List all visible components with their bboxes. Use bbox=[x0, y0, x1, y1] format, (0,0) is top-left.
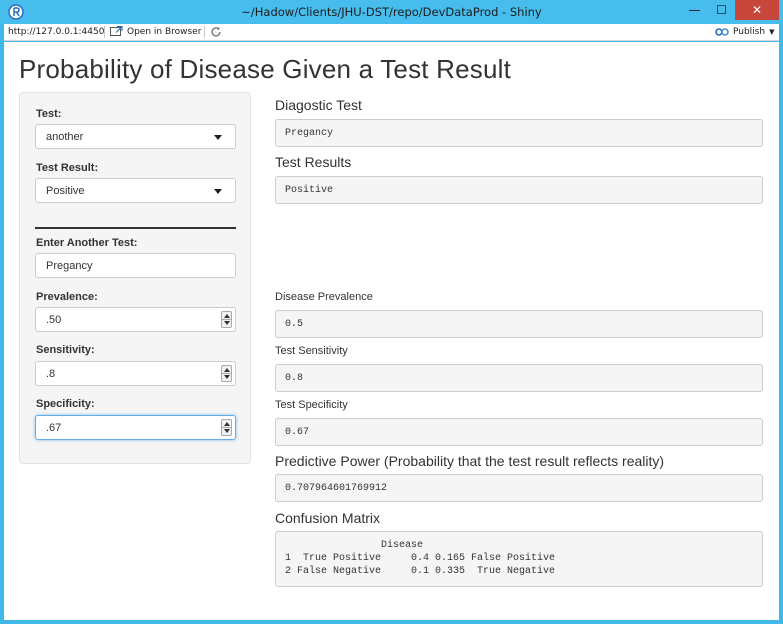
test-result-label: Test Result: bbox=[36, 162, 99, 174]
spinner-icon[interactable] bbox=[221, 311, 232, 328]
disease-prevalence-label: Disease Prevalence bbox=[275, 291, 373, 303]
test-results-heading: Test Results bbox=[275, 154, 352, 170]
confusion-matrix-output: Disease 1 True Positive 0.4 0.165 False … bbox=[275, 531, 763, 587]
sensitivity-input-value: .8 bbox=[46, 368, 56, 380]
another-test-label: Enter Another Test: bbox=[36, 237, 138, 249]
caret-down-icon bbox=[214, 189, 222, 194]
sensitivity-label: Sensitivity: bbox=[36, 344, 95, 356]
publish-label: Publish bbox=[733, 27, 766, 37]
predictive-power-heading: Predictive Power (Probability that the t… bbox=[275, 453, 665, 469]
publish-button[interactable]: Publish ▼ bbox=[715, 26, 774, 38]
test-result-select[interactable]: Positive bbox=[35, 178, 236, 203]
toolbar-divider bbox=[104, 26, 105, 38]
disease-prevalence-value: 0.5 bbox=[285, 319, 304, 330]
browser-icon bbox=[110, 26, 123, 36]
divider bbox=[35, 227, 236, 229]
toolbar-divider bbox=[204, 26, 205, 38]
confusion-matrix-text: Disease 1 True Positive 0.4 0.165 False … bbox=[285, 540, 556, 577]
specificity-input-value: .67 bbox=[46, 422, 62, 434]
url-label: http://127.0.0.1:4450 bbox=[8, 27, 105, 37]
viewer-toolbar: http://127.0.0.1:4450 Open in Browser Pu… bbox=[4, 24, 779, 41]
diagnostic-test-output: Pregancy bbox=[275, 119, 763, 147]
another-test-input-value: Pregancy bbox=[46, 260, 93, 272]
confusion-matrix-heading: Confusion Matrix bbox=[275, 510, 381, 526]
predictive-power-value: 0.707964601769912 bbox=[285, 483, 388, 494]
chevron-down-icon[interactable]: ▼ bbox=[769, 28, 774, 36]
test-sensitivity-value: 0.8 bbox=[285, 373, 304, 384]
test-specificity-value: 0.67 bbox=[285, 427, 310, 438]
page-title: Probability of Disease Given a Test Resu… bbox=[19, 54, 512, 84]
prevalence-label: Prevalence: bbox=[36, 291, 98, 303]
test-specificity-label: Test Specificity bbox=[275, 399, 348, 411]
specificity-input[interactable]: .67 bbox=[35, 415, 236, 440]
predictive-power-output: 0.707964601769912 bbox=[275, 474, 763, 502]
test-sensitivity-output: 0.8 bbox=[275, 364, 763, 392]
test-results-value: Positive bbox=[285, 185, 334, 196]
test-label: Test: bbox=[36, 108, 62, 120]
app-content: Probability of Disease Given a Test Resu… bbox=[4, 42, 779, 620]
spinner-icon[interactable] bbox=[221, 365, 232, 382]
disease-prevalence-output: 0.5 bbox=[275, 310, 763, 338]
maximize-button[interactable]: ☐ bbox=[708, 0, 735, 20]
diagnostic-test-value: Pregancy bbox=[285, 128, 334, 139]
another-test-input[interactable]: Pregancy bbox=[35, 253, 236, 278]
window-title: ~/Hadow/Clients/JHU-DST/repo/DevDataProd… bbox=[241, 5, 542, 19]
publish-icon bbox=[715, 28, 729, 36]
specificity-label: Specificity: bbox=[36, 398, 95, 410]
prevalence-input[interactable]: .50 bbox=[35, 307, 236, 332]
spinner-icon[interactable] bbox=[221, 419, 232, 436]
refresh-icon[interactable] bbox=[209, 25, 223, 39]
test-result-select-value: Positive bbox=[46, 185, 85, 197]
prevalence-input-value: .50 bbox=[46, 314, 62, 326]
sensitivity-input[interactable]: .8 bbox=[35, 361, 236, 386]
test-select[interactable]: another bbox=[35, 124, 236, 149]
test-results-output: Positive bbox=[275, 176, 763, 204]
open-in-browser-label: Open in Browser bbox=[127, 26, 202, 37]
sidebar-panel: Test: another Test Result: Positive Ente… bbox=[19, 92, 251, 464]
open-in-browser-button[interactable]: Open in Browser bbox=[110, 26, 201, 37]
test-sensitivity-label: Test Sensitivity bbox=[275, 345, 348, 357]
window-titlebar: ~/Hadow/Clients/JHU-DST/repo/DevDataProd… bbox=[0, 0, 783, 24]
minimize-button[interactable]: — bbox=[681, 0, 708, 20]
caret-down-icon bbox=[214, 135, 222, 140]
diagnostic-test-heading: Diagostic Test bbox=[275, 97, 362, 113]
test-select-value: another bbox=[46, 131, 84, 143]
close-button[interactable]: ✕ bbox=[735, 0, 779, 20]
test-specificity-output: 0.67 bbox=[275, 418, 763, 446]
